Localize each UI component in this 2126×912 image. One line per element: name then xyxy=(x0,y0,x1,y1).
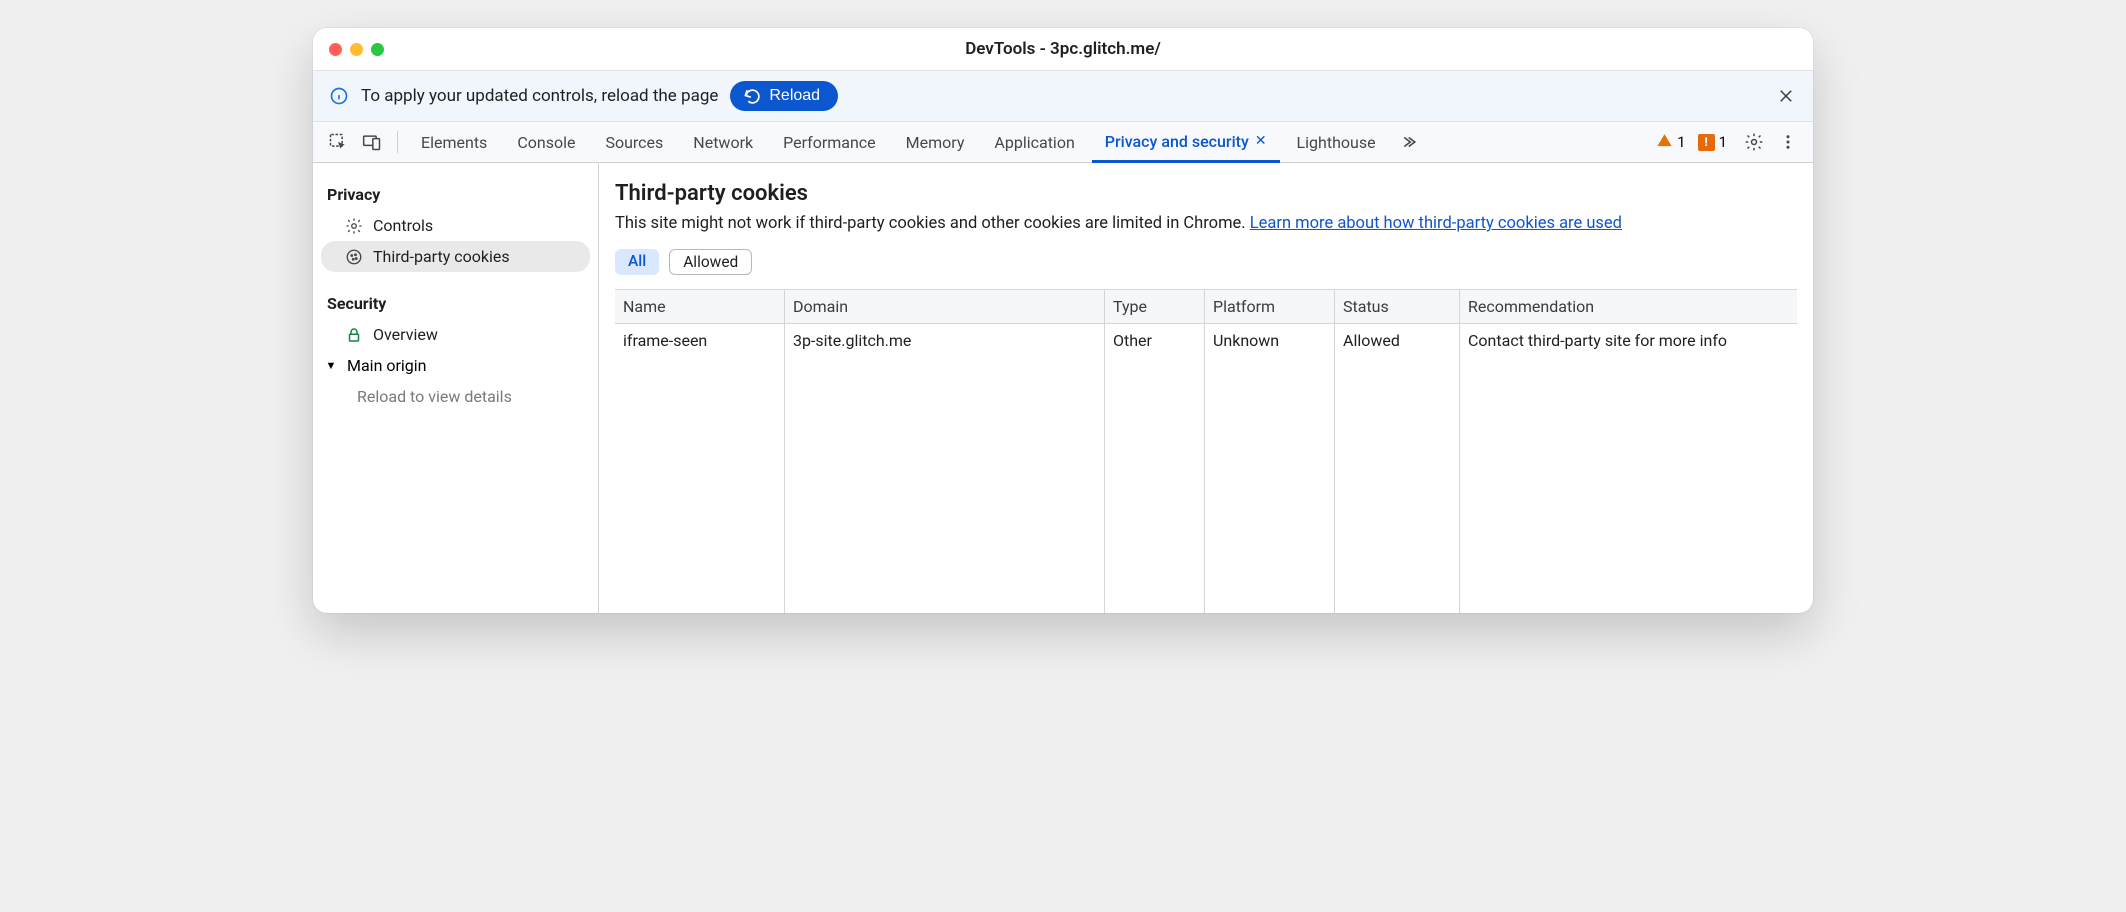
sidebar-item-third-party-cookies[interactable]: Third-party cookies xyxy=(321,241,590,272)
cell-recommendation: Contact third-party site for more info xyxy=(1460,324,1797,613)
sidebar-heading-privacy: Privacy xyxy=(321,177,590,210)
cell-status: Allowed xyxy=(1335,324,1460,613)
warnings-indicator[interactable]: 1 xyxy=(1656,132,1685,153)
sidebar-item-label: Main origin xyxy=(347,356,427,375)
col-status[interactable]: Status xyxy=(1335,290,1460,324)
tab-network[interactable]: Network xyxy=(680,122,766,162)
filter-chips: All Allowed xyxy=(615,249,1797,275)
kebab-menu-icon[interactable] xyxy=(1773,127,1803,157)
cookie-icon xyxy=(345,248,363,266)
cell-domain: 3p-site.glitch.me xyxy=(785,324,1105,613)
page-title: Third-party cookies xyxy=(615,181,1797,206)
sidebar-item-main-origin[interactable]: ▼ Main origin xyxy=(321,350,590,381)
panel-body: Privacy Controls Third-party cookies Sec… xyxy=(313,163,1813,613)
close-window-button[interactable] xyxy=(329,43,342,56)
tab-application[interactable]: Application xyxy=(981,122,1087,162)
cookies-table: Name Domain Type Platform Status Recomme… xyxy=(615,289,1797,613)
cell-type: Other xyxy=(1105,324,1205,613)
tab-sources[interactable]: Sources xyxy=(592,122,676,162)
inspect-element-icon[interactable] xyxy=(323,127,353,157)
issues-count: 1 xyxy=(1719,133,1727,151)
table-row[interactable]: iframe-seen 3p-site.glitch.me Other Unkn… xyxy=(615,324,1797,613)
infobar-close-button[interactable] xyxy=(1775,85,1797,107)
traffic-lights xyxy=(329,43,384,56)
col-recommendation[interactable]: Recommendation xyxy=(1460,290,1797,324)
infobar-text: To apply your updated controls, reload t… xyxy=(361,86,718,106)
page-description: This site might not work if third-party … xyxy=(615,214,1797,233)
table-header-row: Name Domain Type Platform Status Recomme… xyxy=(615,290,1797,324)
maximize-window-button[interactable] xyxy=(371,43,384,56)
tab-lighthouse[interactable]: Lighthouse xyxy=(1284,122,1389,162)
tab-console[interactable]: Console xyxy=(504,122,588,162)
sidebar-heading-security: Security xyxy=(321,286,590,319)
device-toolbar-icon[interactable] xyxy=(357,127,387,157)
sidebar-item-label: Third-party cookies xyxy=(373,247,510,266)
tab-close-icon[interactable]: ✕ xyxy=(1255,133,1267,149)
cell-name: iframe-seen xyxy=(615,324,785,613)
reload-button-label: Reload xyxy=(769,87,820,105)
sidebar-item-controls[interactable]: Controls xyxy=(321,210,590,241)
tab-performance[interactable]: Performance xyxy=(770,122,889,162)
devtools-window: DevTools - 3pc.glitch.me/ To apply your … xyxy=(313,28,1813,613)
col-type[interactable]: Type xyxy=(1105,290,1205,324)
cell-platform: Unknown xyxy=(1205,324,1335,613)
lock-icon xyxy=(345,326,363,344)
reload-icon xyxy=(744,88,761,105)
gear-icon xyxy=(345,217,363,235)
reload-button[interactable]: Reload xyxy=(730,81,838,111)
col-name[interactable]: Name xyxy=(615,290,785,324)
warning-icon xyxy=(1656,132,1673,153)
issues-indicator[interactable]: ! 1 xyxy=(1698,133,1727,151)
filter-chip-allowed[interactable]: Allowed xyxy=(669,249,752,275)
tabs-divider xyxy=(397,131,398,153)
warnings-count: 1 xyxy=(1677,133,1685,151)
col-platform[interactable]: Platform xyxy=(1205,290,1335,324)
tab-elements[interactable]: Elements xyxy=(408,122,500,162)
reload-infobar: To apply your updated controls, reload t… xyxy=(313,70,1813,121)
minimize-window-button[interactable] xyxy=(350,43,363,56)
sidebar-item-label: Overview xyxy=(373,325,438,344)
window-title: DevTools - 3pc.glitch.me/ xyxy=(329,39,1797,59)
filter-chip-all[interactable]: All xyxy=(615,249,659,275)
sidebar-item-label: Controls xyxy=(373,216,433,235)
titlebar: DevTools - 3pc.glitch.me/ xyxy=(313,28,1813,70)
main-panel: Third-party cookies This site might not … xyxy=(599,163,1813,613)
info-icon xyxy=(329,86,349,106)
col-domain[interactable]: Domain xyxy=(785,290,1105,324)
sidebar-item-overview[interactable]: Overview xyxy=(321,319,590,350)
settings-icon[interactable] xyxy=(1739,127,1769,157)
more-tabs-icon[interactable] xyxy=(1393,127,1423,157)
tab-memory[interactable]: Memory xyxy=(893,122,978,162)
privacy-sidebar: Privacy Controls Third-party cookies Sec… xyxy=(313,163,599,613)
chevron-down-icon: ▼ xyxy=(323,359,339,372)
devtools-tabs: Elements Console Sources Network Perform… xyxy=(313,121,1813,163)
issue-icon: ! xyxy=(1698,134,1715,151)
tab-privacy-security[interactable]: Privacy and security ✕ xyxy=(1092,123,1280,163)
learn-more-link[interactable]: Learn more about how third-party cookies… xyxy=(1250,214,1622,233)
sidebar-reload-hint: Reload to view details xyxy=(321,381,590,412)
